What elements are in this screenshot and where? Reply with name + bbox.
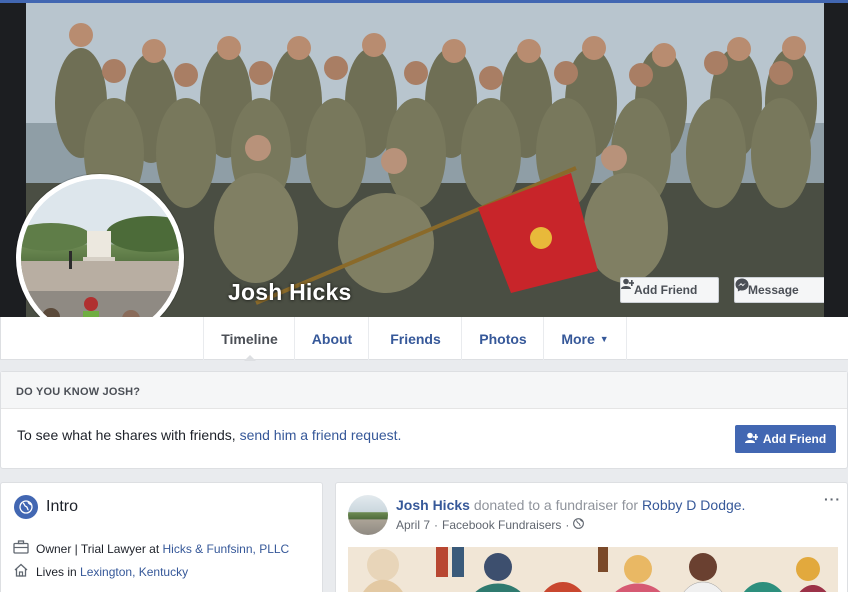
send-friend-request-link[interactable]: send him a friend request.	[240, 427, 402, 443]
post-source[interactable]: Facebook Fundraisers	[442, 518, 561, 532]
message-button[interactable]: Message	[734, 277, 824, 303]
intro-work-row: Owner | Trial Lawyer at Hicks & Funfsinn…	[13, 540, 289, 557]
post-date[interactable]: April 7	[396, 518, 430, 532]
timeline-post: Josh Hicks donated to a fundraiser for R…	[335, 482, 848, 592]
post-meta-separator: ·	[565, 518, 570, 532]
profile-name[interactable]: Josh Hicks	[228, 279, 351, 306]
profile-tabs-bar: Timeline About Friends Photos More ▼	[0, 317, 848, 361]
post-options-button[interactable]: ···	[824, 491, 841, 507]
tab-photos[interactable]: Photos	[461, 317, 544, 360]
tab-photos-label: Photos	[479, 330, 527, 347]
tab-friends[interactable]: Friends	[368, 317, 462, 360]
post-target-link[interactable]: Robby D Dodge.	[642, 497, 746, 513]
add-friend-primary-button[interactable]: Add Friend	[735, 425, 836, 453]
post-author-link[interactable]: Josh Hicks	[396, 497, 470, 513]
tab-more[interactable]: More ▼	[543, 317, 627, 360]
tab-more-label: More	[561, 330, 595, 347]
add-friend-icon	[744, 432, 759, 447]
add-friend-label: Add Friend	[634, 283, 698, 297]
add-friend-button[interactable]: Add Friend	[620, 277, 719, 303]
briefcase-icon	[13, 540, 29, 557]
intro-lives-row: Lives in Lexington, Kentucky	[13, 563, 188, 580]
add-friend-primary-label: Add Friend	[762, 432, 827, 446]
intro-lives-text: Lives in Lexington, Kentucky	[36, 565, 188, 579]
tab-about[interactable]: About	[294, 317, 369, 360]
tab-about-label: About	[311, 330, 353, 347]
do-you-know-card: DO YOU KNOW JOSH? To see what he shares …	[0, 371, 848, 469]
intro-work-prefix: Owner | Trial Lawyer at	[36, 541, 163, 556]
post-meta-separator: ·	[434, 518, 439, 532]
globe-icon	[14, 495, 38, 519]
public-globe-icon[interactable]	[573, 518, 585, 532]
intro-work-text: Owner | Trial Lawyer at Hicks & Funfsinn…	[36, 542, 289, 556]
tab-friends-label: Friends	[390, 330, 441, 347]
intro-header: Intro	[14, 495, 78, 519]
profile-picture-image	[21, 179, 179, 337]
do-you-know-heading: DO YOU KNOW JOSH?	[1, 372, 847, 409]
do-you-know-prefix: To see what he shares with friends,	[17, 427, 240, 443]
post-meta: April 7 · Facebook Fundraisers ·	[396, 518, 585, 532]
do-you-know-text: To see what he shares with friends, send…	[17, 427, 401, 443]
post-author-avatar[interactable]	[348, 495, 388, 535]
post-headline: Josh Hicks donated to a fundraiser for R…	[396, 497, 745, 513]
tab-timeline[interactable]: Timeline	[203, 317, 295, 361]
fundraiser-image[interactable]	[348, 547, 838, 592]
tab-timeline-label: Timeline	[221, 330, 278, 347]
intro-card: Intro Owner | Trial Lawyer at Hicks & Fu…	[0, 482, 323, 592]
message-label: Message	[748, 283, 799, 297]
caret-down-icon: ▼	[599, 333, 609, 344]
home-icon	[13, 563, 29, 580]
post-action-text: donated to a fundraiser for	[469, 497, 642, 513]
intro-lives-link[interactable]: Lexington, Kentucky	[80, 565, 188, 579]
intro-work-link[interactable]: Hicks & Funfsinn, PLLC	[163, 542, 290, 556]
intro-lives-prefix: Lives in	[36, 564, 81, 579]
intro-title: Intro	[46, 498, 79, 515]
